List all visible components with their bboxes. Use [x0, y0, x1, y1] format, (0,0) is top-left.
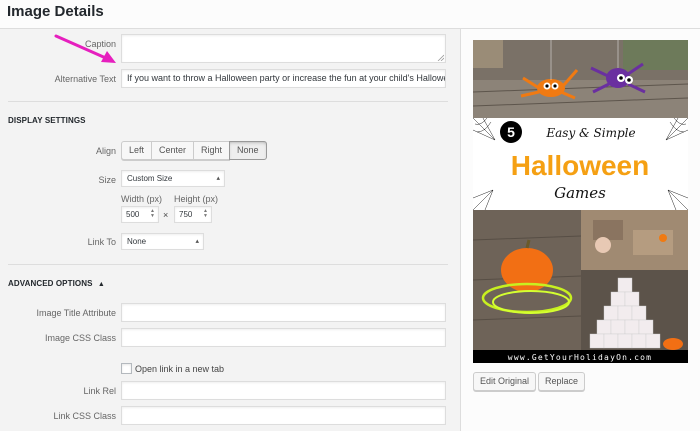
align-label: Align — [95, 146, 116, 156]
link-to-select[interactable]: None ▴ — [121, 233, 204, 250]
dimension-times: × — [163, 210, 169, 220]
align-right-button[interactable]: Right — [193, 141, 231, 160]
link-to-label: Link To — [87, 237, 116, 247]
annotation-arrow-icon — [54, 34, 116, 63]
link-rel-input[interactable] — [121, 381, 446, 400]
width-value: 500 — [126, 210, 140, 219]
page-title: Image Details — [7, 3, 104, 20]
display-settings-title: DISPLAY SETTINGS — [8, 116, 86, 125]
size-select[interactable]: Custom Size ▴ — [121, 170, 225, 187]
size-label: Size — [98, 175, 116, 185]
image-preview: 5 Easy & Simple Halloween Games www.GetY… — [473, 40, 688, 363]
preview-line2: Halloween — [511, 150, 649, 181]
height-input[interactable]: 750 ▲ ▼ — [174, 206, 212, 223]
preview-line3: Games — [554, 184, 606, 202]
link-to-value: None — [127, 237, 147, 246]
link-rel-label: Link Rel — [83, 386, 116, 396]
spinner-arrows-icon[interactable]: ▲ ▼ — [203, 209, 208, 219]
open-new-tab-label: Open link in a new tab — [135, 364, 225, 374]
advanced-options-title: ADVANCED OPTIONS — [8, 279, 93, 288]
align-none-button[interactable]: None — [229, 141, 267, 160]
alt-text-label: Alternative Text — [54, 74, 116, 84]
size-select-value: Custom Size — [127, 174, 173, 183]
halloween-image: 5 Easy & Simple Halloween Games www.GetY… — [473, 40, 688, 363]
select-arrows-icon: ▴ — [216, 175, 220, 182]
divider — [8, 101, 448, 102]
settings-panel — [0, 29, 460, 431]
width-input[interactable]: 500 ▲ ▼ — [121, 206, 159, 223]
advanced-options-toggle[interactable]: ADVANCED OPTIONS ▲ — [8, 279, 105, 288]
preview-line1: Easy & Simple — [545, 126, 635, 140]
select-arrows-icon: ▴ — [195, 238, 199, 245]
height-label: Height (px) — [174, 194, 219, 204]
link-css-class-label: Link CSS Class — [53, 411, 116, 421]
height-value: 750 — [179, 210, 193, 219]
image-css-class-label: Image CSS Class — [44, 333, 116, 343]
replace-button[interactable]: Replace — [538, 372, 586, 391]
spinner-arrows-icon[interactable]: ▲ ▼ — [150, 209, 155, 219]
badge-number: 5 — [507, 124, 515, 140]
caption-textarea[interactable] — [121, 34, 446, 63]
align-button-group: Left Center Right None — [121, 141, 267, 160]
title-attribute-label: Image Title Attribute — [36, 308, 116, 318]
edit-original-button[interactable]: Edit Original — [473, 372, 537, 391]
resize-handle-icon[interactable] — [437, 54, 444, 61]
open-new-tab-checkbox[interactable] — [121, 363, 132, 374]
modal-header: Image Details — [0, 0, 700, 29]
collapse-arrow-icon: ▲ — [97, 281, 105, 288]
link-css-class-input[interactable] — [121, 406, 446, 425]
divider — [8, 264, 448, 265]
align-left-button[interactable]: Left — [121, 141, 153, 160]
align-center-button[interactable]: Center — [151, 141, 195, 160]
alt-text-input[interactable]: If you want to throw a Halloween party o… — [121, 69, 446, 88]
title-attribute-input[interactable] — [121, 303, 446, 322]
preview-site-url: www.GetYourHolidayOn.com — [508, 353, 652, 362]
image-css-class-input[interactable] — [121, 328, 446, 347]
width-label: Width (px) — [121, 194, 163, 204]
